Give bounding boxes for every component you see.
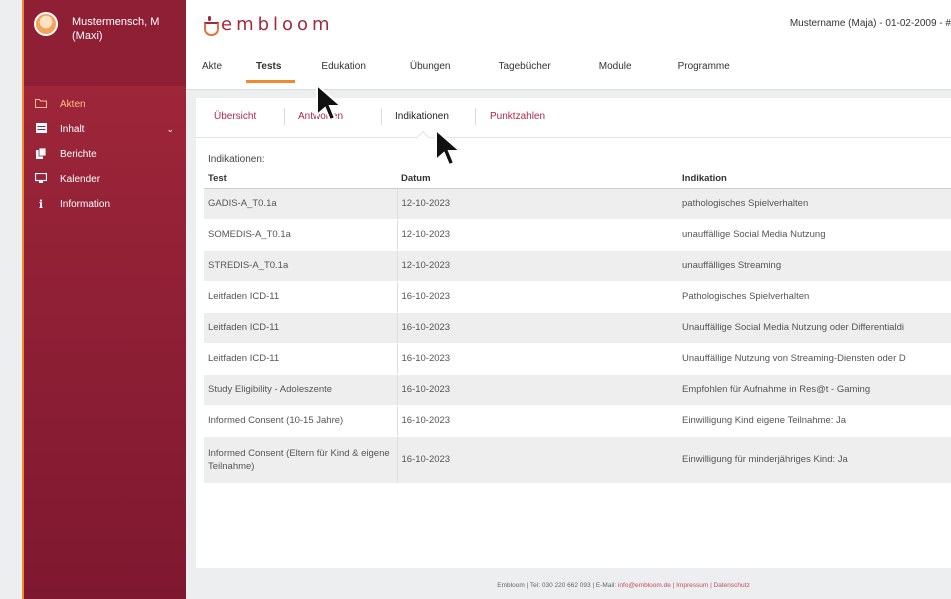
cell-datum: 16-10-2023: [396, 281, 678, 313]
cell-datum: 16-10-2023: [396, 405, 678, 437]
table-row[interactable]: Study Eligibility - Adoleszente 16-10-20…: [204, 374, 951, 406]
column-header-indikation[interactable]: Indikation: [678, 170, 951, 189]
cell-test: Leitfaden ICD-11: [204, 281, 397, 313]
cell-test: Study Eligibility - Adoleszente: [204, 374, 397, 406]
main-tabs: Akte Tests Edukation Übungen Tagebücher …: [196, 61, 736, 83]
sidebar-item-label: Berichte: [60, 149, 97, 160]
cell-indikation: Unauffällige Nutzung von Streaming-Diens…: [678, 343, 951, 375]
tab-edukation[interactable]: Edukation: [315, 61, 371, 72]
cell-test: Leitfaden ICD-11: [204, 343, 397, 375]
table-row[interactable]: Leitfaden ICD-11 16-10-2023 Pathologisch…: [204, 281, 951, 313]
calendar-icon: [34, 172, 48, 186]
table-header-row: Test Datum Indikation: [204, 170, 951, 189]
cell-indikation: unauffällige Social Media Nutzung: [678, 219, 951, 251]
brand-logo[interactable]: embloom: [202, 14, 334, 36]
embloom-logo-icon: [202, 16, 219, 36]
cell-test: Leitfaden ICD-11: [204, 312, 397, 344]
cell-indikation: pathologisches Spielverhalten: [678, 188, 951, 220]
tab-programme[interactable]: Programme: [672, 61, 736, 72]
cell-datum: 12-10-2023: [396, 219, 678, 251]
folder-icon: [34, 98, 48, 111]
cell-test: Informed Consent (Eltern für Kind & eige…: [204, 436, 397, 484]
tab-tagebuecher[interactable]: Tagebücher: [492, 61, 556, 72]
sidebar-item-label: Akten: [60, 99, 86, 110]
sidebar-item-label: Information: [60, 199, 111, 210]
cell-indikation: Unauffällige Social Media Nutzung oder D…: [678, 312, 951, 344]
tab-module[interactable]: Module: [593, 61, 638, 72]
subtab-divider: [284, 108, 285, 125]
cell-test: GADIS-A_T0.1a: [204, 188, 397, 220]
user-profile[interactable]: Mustermensch, M (Maxi): [24, 0, 186, 86]
chevron-down-icon: ⌄: [166, 124, 174, 134]
cell-indikation: Empfohlen für Aufnahme in Res@t - Gaming: [678, 374, 951, 406]
footer-text: Embloom | Tel: 030 220 662 093 | E-Mail:: [497, 582, 618, 589]
app-window: Mustermensch, M (Maxi) Akten Inhalt ⌄ Be…: [22, 0, 951, 599]
info-icon: i: [38, 198, 44, 211]
cell-indikation: Einwilligung für minderjähriges Kind: Ja: [678, 436, 951, 484]
brand-name: embloom: [221, 14, 334, 35]
sidebar: Mustermensch, M (Maxi) Akten Inhalt ⌄ Be…: [24, 0, 186, 599]
sidebar-item-information[interactable]: i Information: [24, 192, 186, 217]
column-header-test[interactable]: Test: [204, 170, 397, 189]
content-card: Übersicht Antworten Indikationen Punktza…: [196, 98, 951, 568]
indications-heading: Indikationen:: [208, 154, 265, 165]
sidebar-nav: Akten Inhalt ⌄ Berichte Kalender i Infor…: [24, 92, 186, 217]
table-row[interactable]: SOMEDIS-A_T0.1a 12-10-2023 unauffällige …: [204, 219, 951, 251]
cell-datum: 16-10-2023: [396, 312, 678, 344]
cell-datum: 12-10-2023: [396, 188, 678, 220]
active-subtab-indicator: [415, 130, 431, 146]
sidebar-item-label: Kalender: [60, 174, 101, 185]
subtab-punktzahlen[interactable]: Punktzahlen: [490, 111, 545, 122]
sub-tabs: Übersicht Antworten Indikationen Punktza…: [196, 98, 951, 146]
table-row[interactable]: Leitfaden ICD-11 16-10-2023 Unauffällige…: [204, 312, 951, 344]
avatar: [34, 12, 58, 36]
subtab-divider: [381, 108, 382, 125]
table-row[interactable]: GADIS-A_T0.1a 12-10-2023 pathologisches …: [204, 188, 951, 220]
table-row[interactable]: Informed Consent (10-15 Jahre) 16-10-202…: [204, 405, 951, 437]
cell-indikation: Einwilligung Kind eigene Teilnahme: Ja: [678, 405, 951, 437]
sidebar-item-label: Inhalt: [60, 124, 85, 135]
cell-indikation: Pathologisches Spielverhalten: [678, 281, 951, 313]
page-footer: Embloom | Tel: 030 220 662 093 | E-Mail:…: [186, 582, 951, 599]
user-name: Mustermensch, M (Maxi): [72, 16, 160, 42]
subtab-uebersicht[interactable]: Übersicht: [214, 111, 256, 122]
reports-icon: [34, 147, 48, 162]
sidebar-item-kalender[interactable]: Kalender: [24, 167, 186, 192]
cell-test: STREDIS-A_T0.1a: [204, 250, 397, 282]
tab-uebungen[interactable]: Übungen: [404, 61, 457, 72]
subtab-divider: [475, 108, 476, 125]
sidebar-item-inhalt[interactable]: Inhalt ⌄: [24, 117, 186, 142]
patient-info: Mustername (Maja) - 01-02-2009 - #: [789, 18, 951, 29]
cell-datum: 12-10-2023: [396, 250, 678, 282]
cell-test: SOMEDIS-A_T0.1a: [204, 219, 397, 251]
cell-datum: 16-10-2023: [396, 436, 678, 484]
top-header: embloom Mustername (Maja) - 01-02-2009 -…: [186, 0, 951, 90]
subtab-indikationen[interactable]: Indikationen: [395, 111, 449, 122]
table-row[interactable]: Leitfaden ICD-11 16-10-2023 Unauffällige…: [204, 343, 951, 375]
tab-tests[interactable]: Tests: [245, 61, 296, 83]
sidebar-item-berichte[interactable]: Berichte: [24, 142, 186, 167]
column-header-datum[interactable]: Datum: [397, 170, 678, 189]
indications-table: Test Datum Indikation GADIS-A_T0.1a 12-1…: [204, 170, 951, 484]
table-row[interactable]: Informed Consent (Eltern für Kind & eige…: [204, 436, 951, 484]
cell-datum: 16-10-2023: [396, 374, 678, 406]
sidebar-item-akten[interactable]: Akten: [24, 92, 186, 117]
cell-indikation: unauffälliges Streaming: [678, 250, 951, 282]
cell-test: Informed Consent (10-15 Jahre): [204, 405, 397, 437]
tab-akte[interactable]: Akte: [196, 61, 228, 72]
content-icon: [34, 123, 48, 136]
table-row[interactable]: STREDIS-A_T0.1a 12-10-2023 unauffälliges…: [204, 250, 951, 282]
footer-links[interactable]: info@embloom.de | Impressum | Datenschut…: [618, 582, 750, 589]
cell-datum: 16-10-2023: [396, 343, 678, 375]
